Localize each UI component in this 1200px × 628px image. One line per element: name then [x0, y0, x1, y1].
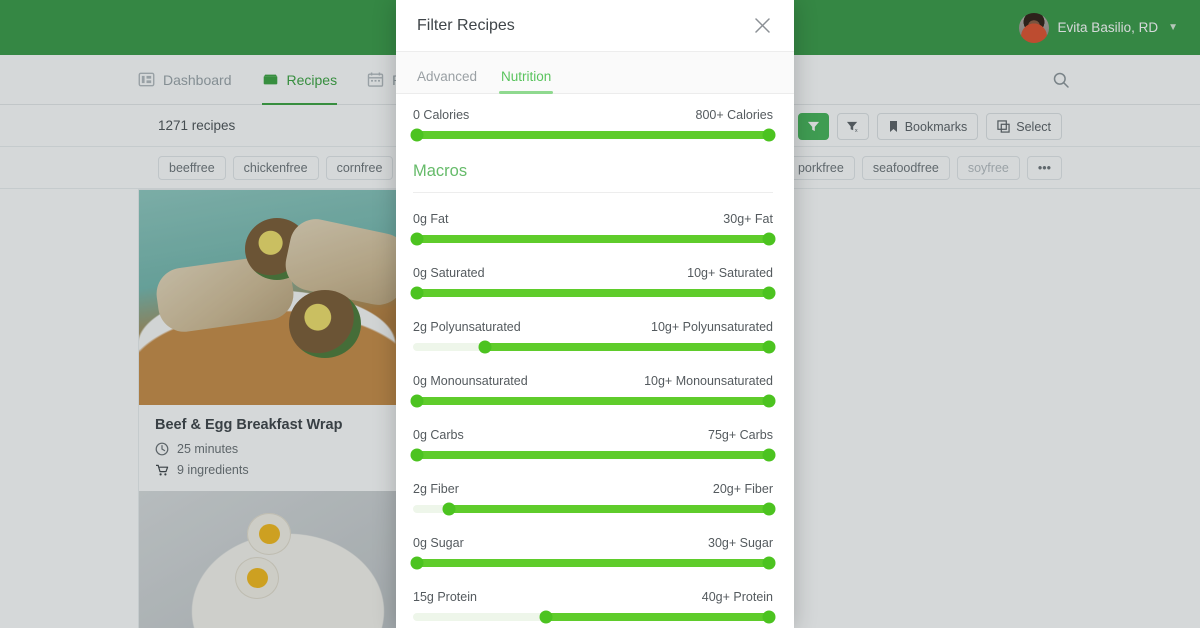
slider-max-label: 10g+ Polyunsaturated: [651, 320, 773, 334]
slider-knob-low[interactable]: [410, 232, 424, 246]
range-slider[interactable]: [410, 394, 776, 408]
slider-knob-high[interactable]: [762, 448, 776, 462]
slider-carbs: 0g Carbs 75g+ Carbs: [410, 428, 776, 462]
slider-sugar: 0g Sugar 30g+ Sugar: [410, 536, 776, 570]
modal-header: Filter Recipes: [396, 0, 794, 52]
slider-knob-low[interactable]: [410, 394, 424, 408]
slider-knob-low[interactable]: [539, 610, 553, 624]
slider-min-label: 2g Polyunsaturated: [413, 320, 521, 334]
slider-saturated: 0g Saturated 10g+ Saturated: [410, 266, 776, 300]
slider-fiber: 2g Fiber 20g+ Fiber: [413, 482, 776, 516]
slider-max-label: 75g+ Carbs: [708, 428, 773, 442]
range-slider[interactable]: [413, 610, 776, 624]
slider-knob-low[interactable]: [410, 128, 424, 142]
slider-knob-low[interactable]: [442, 502, 456, 516]
modal-tabs: Advanced Nutrition: [396, 52, 794, 94]
range-slider[interactable]: [413, 502, 776, 516]
macros-section-header: Macros: [413, 162, 773, 193]
slider-min-label: 15g Protein: [413, 590, 477, 604]
slider-knob-low[interactable]: [410, 448, 424, 462]
slider-max-label: 30g+ Sugar: [708, 536, 773, 550]
slider-knob-high[interactable]: [762, 394, 776, 408]
slider-monounsaturated: 0g Monounsaturated 10g+ Monounsaturated: [410, 374, 776, 408]
slider-max-label: 10g+ Monounsaturated: [644, 374, 773, 388]
recipe-app-window: Evita Basilio, RD ▼ Dashboard Recipes 12…: [0, 0, 1200, 628]
slider-min-label: 0g Carbs: [413, 428, 464, 442]
slider-knob-high[interactable]: [762, 556, 776, 570]
range-slider[interactable]: [413, 340, 776, 354]
slider-knob-low[interactable]: [478, 340, 492, 354]
modal-title: Filter Recipes: [417, 16, 515, 34]
slider-polyunsaturated: 2g Polyunsaturated 10g+ Polyunsaturated: [413, 320, 776, 354]
nutrition-filter-panel: 0 Calories 800+ Calories Macros 0g Fat 3…: [396, 94, 794, 628]
slider-min-label: 0g Fat: [413, 212, 449, 226]
close-icon[interactable]: [748, 12, 776, 40]
slider-min-label: 0g Monounsaturated: [413, 374, 528, 388]
slider-knob-high[interactable]: [762, 232, 776, 246]
slider-min-label: 2g Fiber: [413, 482, 459, 496]
slider-max-label: 30g+ Fat: [723, 212, 773, 226]
filter-recipes-modal: Filter Recipes Advanced Nutrition 0 Calo…: [396, 0, 794, 628]
slider-max-label: 10g+ Saturated: [687, 266, 773, 280]
range-slider[interactable]: [410, 556, 776, 570]
slider-max-label: 20g+ Fiber: [712, 482, 773, 496]
range-slider[interactable]: [410, 286, 776, 300]
slider-knob-high[interactable]: [762, 286, 776, 300]
range-slider[interactable]: [410, 128, 776, 142]
slider-knob-high[interactable]: [762, 610, 776, 624]
slider-max-label: 40g+ Protein: [701, 590, 773, 604]
slider-max-label: 800+ Calories: [695, 108, 773, 122]
slider-fat: 0g Fat 30g+ Fat: [410, 212, 776, 246]
tab-advanced[interactable]: Advanced: [417, 69, 477, 93]
range-slider[interactable]: [410, 232, 776, 246]
section-title: Macros: [413, 162, 468, 180]
slider-knob-low[interactable]: [410, 286, 424, 300]
slider-knob-high[interactable]: [762, 502, 776, 516]
divider: [413, 192, 773, 193]
slider-protein: 15g Protein 40g+ Protein: [413, 590, 776, 624]
slider-knob-high[interactable]: [762, 128, 776, 142]
slider-calories: 0 Calories 800+ Calories: [410, 108, 776, 142]
slider-min-label: 0g Saturated: [413, 266, 485, 280]
slider-min-label: 0g Sugar: [413, 536, 464, 550]
slider-min-label: 0 Calories: [413, 108, 470, 122]
slider-knob-low[interactable]: [410, 556, 424, 570]
slider-knob-high[interactable]: [762, 340, 776, 354]
range-slider[interactable]: [410, 448, 776, 462]
tab-nutrition[interactable]: Nutrition: [499, 69, 554, 94]
